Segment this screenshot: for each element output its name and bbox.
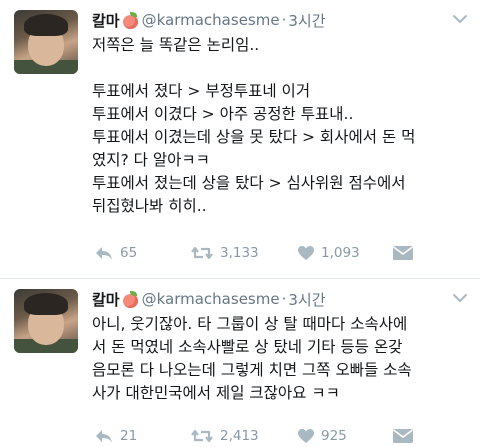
like-count: 1,093	[321, 245, 360, 261]
display-name[interactable]: 칼마	[92, 10, 120, 31]
separator-dot: ·	[281, 11, 287, 29]
tweet-text-line: 투표에서 졌다 > 부정투표네 이거	[92, 82, 311, 100]
avatar[interactable]	[14, 10, 78, 74]
avatar[interactable]	[14, 289, 78, 353]
retweet-icon	[191, 246, 213, 260]
display-name[interactable]: 칼마	[92, 289, 120, 310]
retweet-count: 2,413	[220, 428, 259, 444]
user-handle[interactable]: @karmachasesme	[142, 290, 280, 308]
tweet-text-line: 저쪽은 늘 똑같은 논리임..	[92, 36, 260, 54]
like-count: 925	[321, 428, 347, 444]
tweet-text-line: 사가 대한민국에서 제일 크잖아요 ㅋㅋ	[92, 384, 340, 402]
timestamp[interactable]: 3시간	[288, 10, 325, 31]
envelope-icon	[393, 246, 413, 260]
retweet-icon	[191, 429, 213, 443]
tweet-text-line: 서 돈 먹였네 소속사빨로 상 탔네 기타 등등 온갖	[92, 338, 403, 356]
tweet-text: 아니, 웃기잖아. 타 그룹이 상 탈 때마다 소속사에 서 돈 먹였네 소속사…	[92, 313, 472, 405]
message-button[interactable]	[392, 428, 420, 444]
tweet-text: 저쪽은 늘 똑같은 논리임.. 투표에서 졌다 > 부정투표네 이거 투표에서 …	[92, 34, 472, 218]
reply-count: 21	[120, 428, 138, 444]
tweet-header: 칼마 @karmachasesme · 3시간	[92, 10, 326, 30]
tweet-text-line: 였지? 다 알아ㅋㅋ	[92, 151, 210, 169]
tweet-text-line: 아니, 웃기잖아. 타 그룹이 상 탈 때마다 소속사에	[92, 315, 408, 333]
tweet[interactable]: 칼마 @karmachasesme · 3시간 아니, 웃기잖아. 타 그룹이 …	[0, 279, 480, 447]
tweet-text-line: 투표에서 졌는데 상을 탔다 > 심사위원 점수에서	[92, 174, 406, 192]
reply-button[interactable]: 21	[94, 428, 137, 444]
separator-dot: ·	[281, 290, 287, 308]
heart-icon	[298, 429, 314, 443]
peach-icon	[122, 290, 139, 308]
like-button[interactable]: 925	[297, 428, 347, 444]
reply-count: 65	[120, 245, 138, 261]
chevron-down-icon[interactable]	[452, 14, 468, 24]
reply-button[interactable]: 65	[94, 245, 137, 261]
chevron-down-icon[interactable]	[452, 293, 468, 303]
like-button[interactable]: 1,093	[297, 245, 360, 261]
heart-icon	[298, 246, 314, 260]
tweet-header: 칼마 @karmachasesme · 3시간	[92, 289, 326, 309]
tweet-text-line: 뒤집혔나봐 히히..	[92, 197, 207, 215]
retweet-count: 3,133	[220, 245, 259, 261]
retweet-button[interactable]: 2,413	[190, 428, 259, 444]
timestamp[interactable]: 3시간	[288, 289, 325, 310]
reply-icon	[96, 247, 112, 260]
peach-icon	[122, 11, 139, 29]
tweet-text-line: 투표에서 이겼다 > 아주 공정한 투표내..	[92, 105, 354, 123]
tweet-text-line: 투표에서 이겼는데 상을 못 탔다 > 회사에서 돈 먹	[92, 128, 416, 146]
reply-icon	[96, 430, 112, 443]
tweet-text-line: 음모론 다 나오는데 그렇게 치면 그쪽 오빠들 소속	[92, 361, 412, 379]
user-handle[interactable]: @karmachasesme	[142, 11, 280, 29]
retweet-button[interactable]: 3,133	[190, 245, 259, 261]
tweet[interactable]: 칼마 @karmachasesme · 3시간 저쪽은 늘 똑같은 논리임.. …	[0, 0, 480, 278]
message-button[interactable]	[392, 245, 420, 261]
envelope-icon	[393, 429, 413, 443]
